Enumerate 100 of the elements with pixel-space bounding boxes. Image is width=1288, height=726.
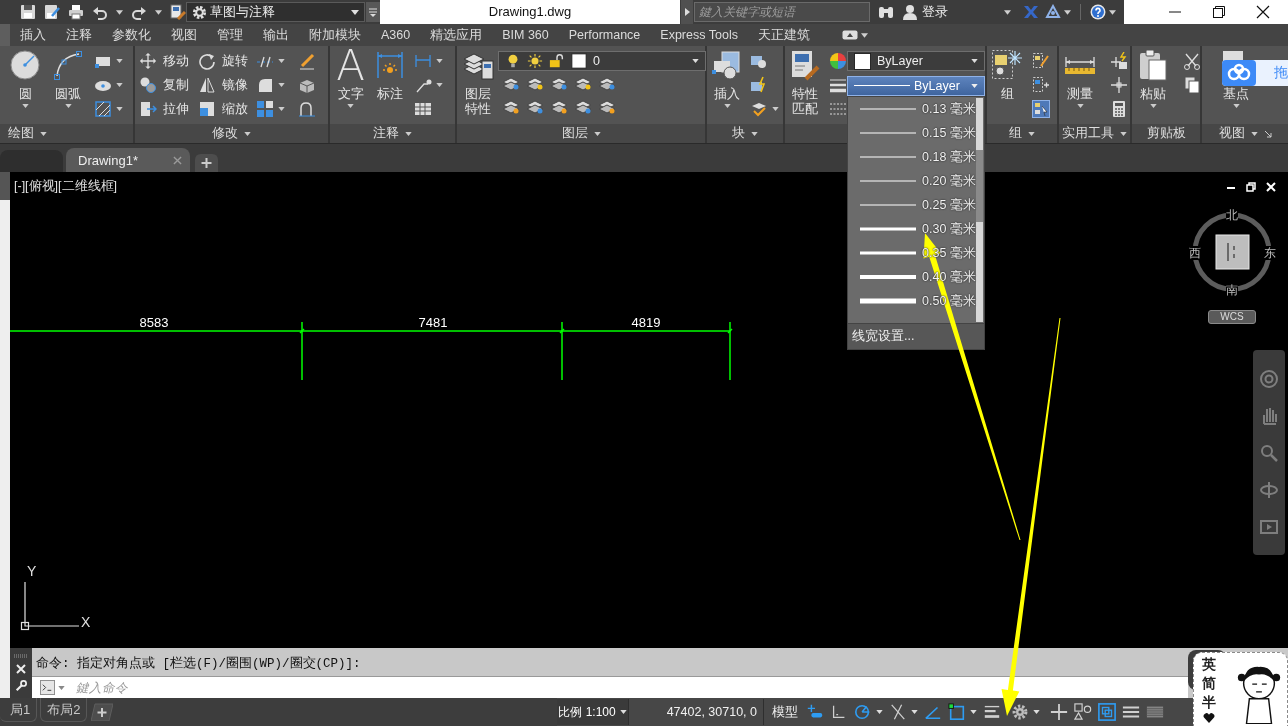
caret-icon[interactable] bbox=[155, 9, 162, 15]
panel-title[interactable]: 组 bbox=[987, 124, 1057, 143]
ribbon-tab[interactable]: 插入 bbox=[10, 24, 56, 46]
gear-icon[interactable] bbox=[1011, 703, 1029, 721]
viewcube-compass[interactable] bbox=[1190, 210, 1274, 294]
caret-icon[interactable] bbox=[278, 107, 285, 111]
redo-icon[interactable] bbox=[131, 4, 147, 20]
compass-label[interactable]: 北 bbox=[1226, 208, 1238, 222]
caret-icon[interactable] bbox=[278, 59, 285, 63]
ribbon-tab[interactable]: 管理 bbox=[207, 24, 253, 46]
caret-icon[interactable] bbox=[876, 710, 883, 714]
layer-properties-button[interactable]: 图层特性 bbox=[460, 49, 496, 117]
caret-icon[interactable] bbox=[772, 107, 779, 111]
caret-icon[interactable] bbox=[116, 83, 123, 87]
save-icon[interactable] bbox=[20, 4, 36, 20]
close-icon[interactable] bbox=[1256, 5, 1270, 19]
paste-button[interactable]: 粘贴 bbox=[1135, 49, 1171, 108]
panel-title[interactable]: 剪贴板 bbox=[1132, 124, 1200, 143]
color-wheel-icon[interactable] bbox=[829, 52, 847, 70]
ribbon-tab[interactable]: Performance bbox=[558, 24, 651, 46]
triangle-nodes-icon[interactable] bbox=[1045, 4, 1061, 20]
ribbon-tab[interactable]: 天正建筑 bbox=[747, 24, 820, 46]
layout-tab[interactable]: 布局2 bbox=[40, 698, 88, 722]
user-icon[interactable] bbox=[902, 4, 918, 20]
caret-icon[interactable] bbox=[116, 59, 123, 63]
linetype-icon[interactable] bbox=[829, 100, 847, 118]
panel-title[interactable]: 注释 bbox=[330, 124, 455, 143]
object-snap-icon[interactable] bbox=[948, 703, 966, 721]
caret-icon[interactable] bbox=[860, 32, 868, 38]
ime-mode-label[interactable]: 半 bbox=[1202, 693, 1216, 712]
fillet-icon[interactable] bbox=[256, 76, 274, 94]
compass-label[interactable]: 东 bbox=[1264, 246, 1276, 260]
ribbon-tab[interactable]: 视图 bbox=[161, 24, 207, 46]
lineweight-option[interactable]: 0.13 毫米 bbox=[848, 97, 976, 121]
workspace-dropdown[interactable]: 草图与注释 bbox=[186, 2, 365, 22]
caret-icon[interactable] bbox=[116, 9, 123, 15]
panel-toggle-icon[interactable] bbox=[841, 30, 858, 40]
ribbon-tab[interactable]: 参数化 bbox=[102, 24, 161, 46]
lineweight-option[interactable]: 0.20 毫米 bbox=[848, 169, 976, 193]
layer-dropdown[interactable]: 0 bbox=[498, 51, 706, 71]
steering-wheel-icon[interactable] bbox=[1259, 368, 1279, 389]
binoculars-icon[interactable] bbox=[878, 4, 894, 20]
panel-title[interactable]: 绘图 bbox=[0, 124, 133, 143]
ribbon-tab[interactable]: 输出 bbox=[253, 24, 299, 46]
zoom-icon[interactable] bbox=[1259, 442, 1279, 463]
ribbon-tab[interactable]: BIM 360 bbox=[492, 24, 559, 46]
caret-icon[interactable] bbox=[1004, 9, 1011, 15]
lineweight-dropdown[interactable]: ByLayer bbox=[847, 76, 985, 96]
viewport-controls-label[interactable]: [-][俯视][二维线框] bbox=[14, 178, 117, 195]
table-icon[interactable] bbox=[414, 100, 432, 118]
caret-icon[interactable] bbox=[1109, 9, 1116, 15]
lineweight-option[interactable]: 0.15 毫米 bbox=[848, 121, 976, 145]
layout-tab[interactable]: 局1 bbox=[0, 698, 38, 722]
panel-title[interactable]: 视图 bbox=[1218, 125, 1258, 142]
caret-icon[interactable] bbox=[58, 685, 65, 690]
insert-button[interactable]: 插入 bbox=[710, 49, 744, 108]
ribbon-tab[interactable]: 附加模块 bbox=[299, 24, 371, 46]
object-snap-tracking-icon[interactable] bbox=[889, 703, 907, 721]
brush-icon[interactable] bbox=[298, 52, 316, 70]
group-button[interactable]: 组 bbox=[990, 49, 1024, 102]
layer-tool-icon[interactable] bbox=[502, 98, 520, 116]
lineweight-display-icon[interactable] bbox=[983, 703, 1001, 721]
rotate-button[interactable]: 旋转 bbox=[198, 50, 248, 72]
copy-button[interactable]: 复制 bbox=[139, 74, 189, 96]
copy-pages-icon[interactable] bbox=[1183, 76, 1201, 94]
caret-icon[interactable] bbox=[278, 83, 285, 87]
mirror-button[interactable]: 镜像 bbox=[198, 74, 248, 96]
compass-label[interactable]: 南 bbox=[1226, 283, 1238, 297]
scrollbar-thumb[interactable] bbox=[976, 150, 983, 222]
new-layout-icon[interactable] bbox=[91, 703, 114, 721]
point-lightning-icon[interactable] bbox=[1110, 52, 1128, 70]
scrollbar-track[interactable] bbox=[976, 98, 983, 322]
color-dropdown[interactable]: ByLayer bbox=[847, 51, 985, 71]
panel-title[interactable]: 块 bbox=[707, 124, 783, 143]
ime-status-sticker[interactable]: 英 简 半 bbox=[1193, 652, 1288, 726]
arc-button[interactable]: 圆弧 bbox=[48, 49, 88, 108]
block-lightning-icon[interactable] bbox=[750, 76, 768, 94]
text-button[interactable]: A 文字 bbox=[333, 49, 368, 108]
hatch-icon[interactable] bbox=[94, 100, 112, 118]
move-button[interactable]: 移动 bbox=[139, 50, 189, 72]
layer-tool-icon[interactable] bbox=[574, 98, 592, 116]
restore-icon[interactable] bbox=[1246, 182, 1256, 192]
save-as-icon[interactable] bbox=[44, 4, 60, 20]
lineweight-settings-item[interactable]: 线宽设置... bbox=[848, 323, 984, 349]
ime-mode-label[interactable]: 简 bbox=[1202, 674, 1216, 693]
group-select-icon[interactable] bbox=[1032, 100, 1050, 118]
brush-sheet-icon[interactable] bbox=[170, 4, 186, 20]
ribbon-tab[interactable]: 精选应用 bbox=[420, 24, 493, 46]
help-icon[interactable] bbox=[1090, 4, 1106, 20]
ribbon-tab[interactable]: Express Tools bbox=[650, 24, 748, 46]
new-tab-icon[interactable] bbox=[195, 154, 218, 172]
caret-icon[interactable] bbox=[436, 83, 443, 87]
group-edit-icon[interactable] bbox=[1032, 52, 1050, 70]
document-tab[interactable]: Drawing1* bbox=[66, 148, 190, 172]
scissors-icon[interactable] bbox=[1183, 52, 1201, 70]
compass-label[interactable]: 西 bbox=[1189, 246, 1201, 260]
array-grid-icon[interactable] bbox=[256, 100, 274, 118]
caret-icon[interactable] bbox=[116, 107, 123, 111]
model-space-button[interactable]: 模型 bbox=[770, 703, 800, 721]
layer-tool-icon[interactable] bbox=[550, 98, 568, 116]
